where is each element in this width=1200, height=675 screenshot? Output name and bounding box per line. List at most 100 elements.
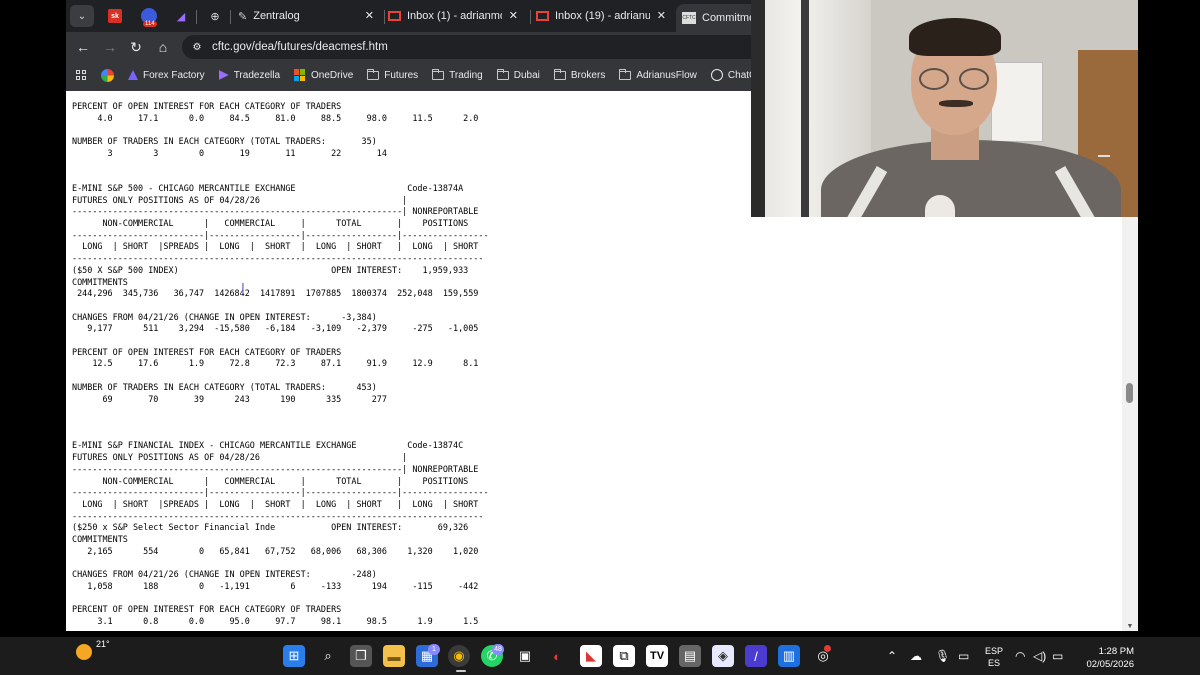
notification-dot bbox=[824, 645, 831, 652]
reload-icon: ↻ bbox=[130, 38, 142, 55]
tradingview-icon: TV bbox=[649, 650, 665, 662]
trello-button[interactable]: ▥ bbox=[778, 645, 800, 667]
bookmark-trading[interactable]: Trading bbox=[432, 68, 483, 81]
back-button[interactable]: ← bbox=[74, 38, 92, 56]
report-line: 12.5 17.6 1.9 72.8 72.3 87.1 91.9 12.9 8… bbox=[92, 358, 479, 369]
start-button[interactable]: ⊞ bbox=[283, 645, 305, 667]
chevron-up-icon: ⌃ bbox=[887, 649, 898, 663]
scroll-down-icon[interactable]: ▼ bbox=[1124, 622, 1136, 630]
microphone-icon: 🎙 bbox=[935, 649, 951, 663]
arrow-left-icon: ← bbox=[76, 39, 90, 55]
report-line: --------------------------|-------------… bbox=[72, 229, 489, 240]
report-line: 9,177 511 3,294 -15,580 -6,184 -3,109 -2… bbox=[87, 323, 479, 334]
report-line: 69 70 39 243 190 335 277 bbox=[102, 393, 387, 404]
chrome-icon: ◉ bbox=[453, 648, 465, 663]
pinned-tab-badge[interactable]: 114 bbox=[138, 6, 160, 27]
report-line: ----------------------------------------… bbox=[72, 463, 479, 474]
onedrive-tray[interactable]: ☁ bbox=[910, 644, 922, 668]
screen-capture-tray[interactable]: ▭ bbox=[958, 644, 969, 668]
page-scrollbar[interactable] bbox=[1122, 217, 1138, 631]
site-info-icon[interactable]: ⚙ bbox=[190, 40, 204, 54]
calculator-button[interactable]: ▤ bbox=[679, 645, 701, 667]
report-line: 2,165 554 0 65,841 67,752 68,006 68,306 … bbox=[87, 545, 479, 556]
toolbar: ← → ↻ ⌂ ⚙ cftc.gov/dea/futures/deacmesf.… bbox=[66, 32, 751, 62]
tab-commitments[interactable]: CFTC Commitmen bbox=[676, 4, 751, 32]
tab-inbox-19[interactable]: Inbox (19) - adrianustra ✕ bbox=[536, 4, 670, 28]
folder-icon bbox=[496, 68, 509, 80]
report-line: LONG | SHORT |SPREADS | LONG | SHORT | L… bbox=[82, 498, 479, 509]
close-icon[interactable]: ✕ bbox=[509, 9, 518, 22]
chatgpt-icon bbox=[710, 69, 723, 81]
forward-button[interactable]: → bbox=[101, 38, 119, 56]
task-view-button[interactable]: ❐ bbox=[350, 645, 372, 667]
language-indicator[interactable]: ESP ES bbox=[981, 645, 1007, 669]
report-line: 3 3 0 19 11 22 14 bbox=[107, 147, 387, 158]
cloud-icon: ☁ bbox=[910, 649, 922, 663]
report-line: FUTURES ONLY POSITIONS AS OF 04/28/26 | bbox=[72, 452, 408, 463]
notes-button[interactable]: / bbox=[745, 645, 767, 667]
tab-inbox-1[interactable]: Inbox (1) - adrianmoren ✕ bbox=[388, 4, 522, 28]
scrollbar-thumb[interactable] bbox=[1126, 383, 1133, 403]
whatsapp-badge: 48 bbox=[492, 644, 504, 655]
whiteboard bbox=[991, 62, 1043, 142]
glasses bbox=[919, 68, 991, 90]
calculator-icon: ▤ bbox=[683, 648, 697, 663]
app-red-button[interactable]: ◐ bbox=[546, 645, 568, 667]
photos-button[interactable]: ▣ bbox=[514, 645, 536, 667]
bookmark-google[interactable] bbox=[101, 68, 114, 82]
bookmark-chatgpt[interactable]: ChatGPT bbox=[710, 69, 751, 81]
file-explorer-button[interactable]: ▬ bbox=[383, 645, 405, 667]
report-line: ($50 X S&P 500 INDEX) OPEN INTEREST: 1,9… bbox=[72, 264, 469, 275]
microsoft-icon bbox=[294, 69, 306, 81]
browser-window: ⌄ sk 114 ◢ ⊕ ✎ Zentralog ✕ Inbox (1) - a… bbox=[66, 0, 751, 91]
report-line: FUTURES ONLY POSITIONS AS OF 04/28/26 | bbox=[72, 194, 408, 205]
reload-button[interactable]: ↻ bbox=[127, 38, 145, 56]
chevron-down-icon: ⌄ bbox=[77, 10, 87, 22]
search-icon: ⌕ bbox=[324, 648, 332, 663]
tab-zentralog[interactable]: ✎ Zentralog ✕ bbox=[238, 4, 378, 28]
bookmark-futures[interactable]: Futures bbox=[367, 68, 418, 81]
report-line: ----------------------------------------… bbox=[72, 253, 484, 264]
bookmark-tradezella[interactable]: Tradezella bbox=[218, 70, 280, 81]
capcut-button[interactable]: ⧉ bbox=[613, 645, 635, 667]
arrow-right-icon: → bbox=[103, 39, 117, 55]
weather-widget[interactable]: 21° bbox=[76, 639, 110, 660]
pinned-tab-sk[interactable]: sk bbox=[104, 6, 126, 26]
tradingview-button[interactable]: TV bbox=[646, 645, 668, 667]
volume-tray[interactable]: ◁) bbox=[1033, 644, 1046, 668]
bookmark-adrianusflow[interactable]: AdrianusFlow bbox=[619, 68, 697, 81]
cot-report-text: PERCENT OF OPEN INTEREST FOR EACH CATEGO… bbox=[72, 101, 489, 631]
home-button[interactable]: ⌂ bbox=[154, 38, 172, 56]
app-icon: ◐ bbox=[553, 648, 561, 664]
pdf-button[interactable]: ◣ bbox=[580, 645, 602, 667]
webcam-overlay bbox=[751, 0, 1138, 217]
pen-icon: ✎ bbox=[238, 10, 248, 23]
gmail-icon bbox=[536, 11, 549, 21]
tab-search-button[interactable]: ⌄ bbox=[70, 5, 94, 27]
bookmark-onedrive[interactable]: OneDrive bbox=[294, 69, 353, 81]
pinned-tab-globe[interactable]: ⊕ bbox=[204, 6, 226, 26]
cube-app-button[interactable]: ◈ bbox=[712, 645, 734, 667]
bookmark-brokers[interactable]: Brokers bbox=[553, 68, 605, 81]
close-icon[interactable]: ✕ bbox=[365, 9, 374, 22]
gmail-icon bbox=[388, 11, 401, 21]
search-button[interactable]: ⌕ bbox=[317, 645, 339, 667]
screen-icon: ▭ bbox=[958, 649, 970, 663]
close-icon[interactable]: ✕ bbox=[657, 9, 666, 22]
microphone bbox=[925, 195, 955, 217]
address-bar[interactable]: ⚙ cftc.gov/dea/futures/deacmesf.htm bbox=[182, 35, 751, 59]
report-line: LONG | SHORT |SPREADS | LONG | SHORT | L… bbox=[82, 241, 479, 252]
show-hidden-icons[interactable]: ⌃ bbox=[887, 644, 897, 668]
wifi-tray[interactable]: ◠ bbox=[1015, 644, 1025, 668]
pinned-tab-tradezella[interactable]: ◢ bbox=[170, 6, 192, 26]
system-clock[interactable]: 1:28 PM 02/05/2026 bbox=[1068, 645, 1134, 671]
folder-icon bbox=[367, 68, 380, 80]
microphone-tray[interactable]: 🎙 bbox=[935, 644, 950, 668]
bookmark-forex-factory[interactable]: Forex Factory bbox=[128, 70, 205, 81]
bookmark-dubai[interactable]: Dubai bbox=[496, 68, 540, 81]
bookmarks-bar: Forex Factory Tradezella OneDrive Future… bbox=[66, 62, 751, 88]
report-line: 244,296 345,736 36,747 1426842 1417891 1… bbox=[77, 288, 479, 299]
battery-tray[interactable]: ▭ bbox=[1052, 644, 1063, 668]
apps-button[interactable] bbox=[76, 69, 87, 81]
chrome-button[interactable]: ◉ bbox=[448, 645, 470, 667]
